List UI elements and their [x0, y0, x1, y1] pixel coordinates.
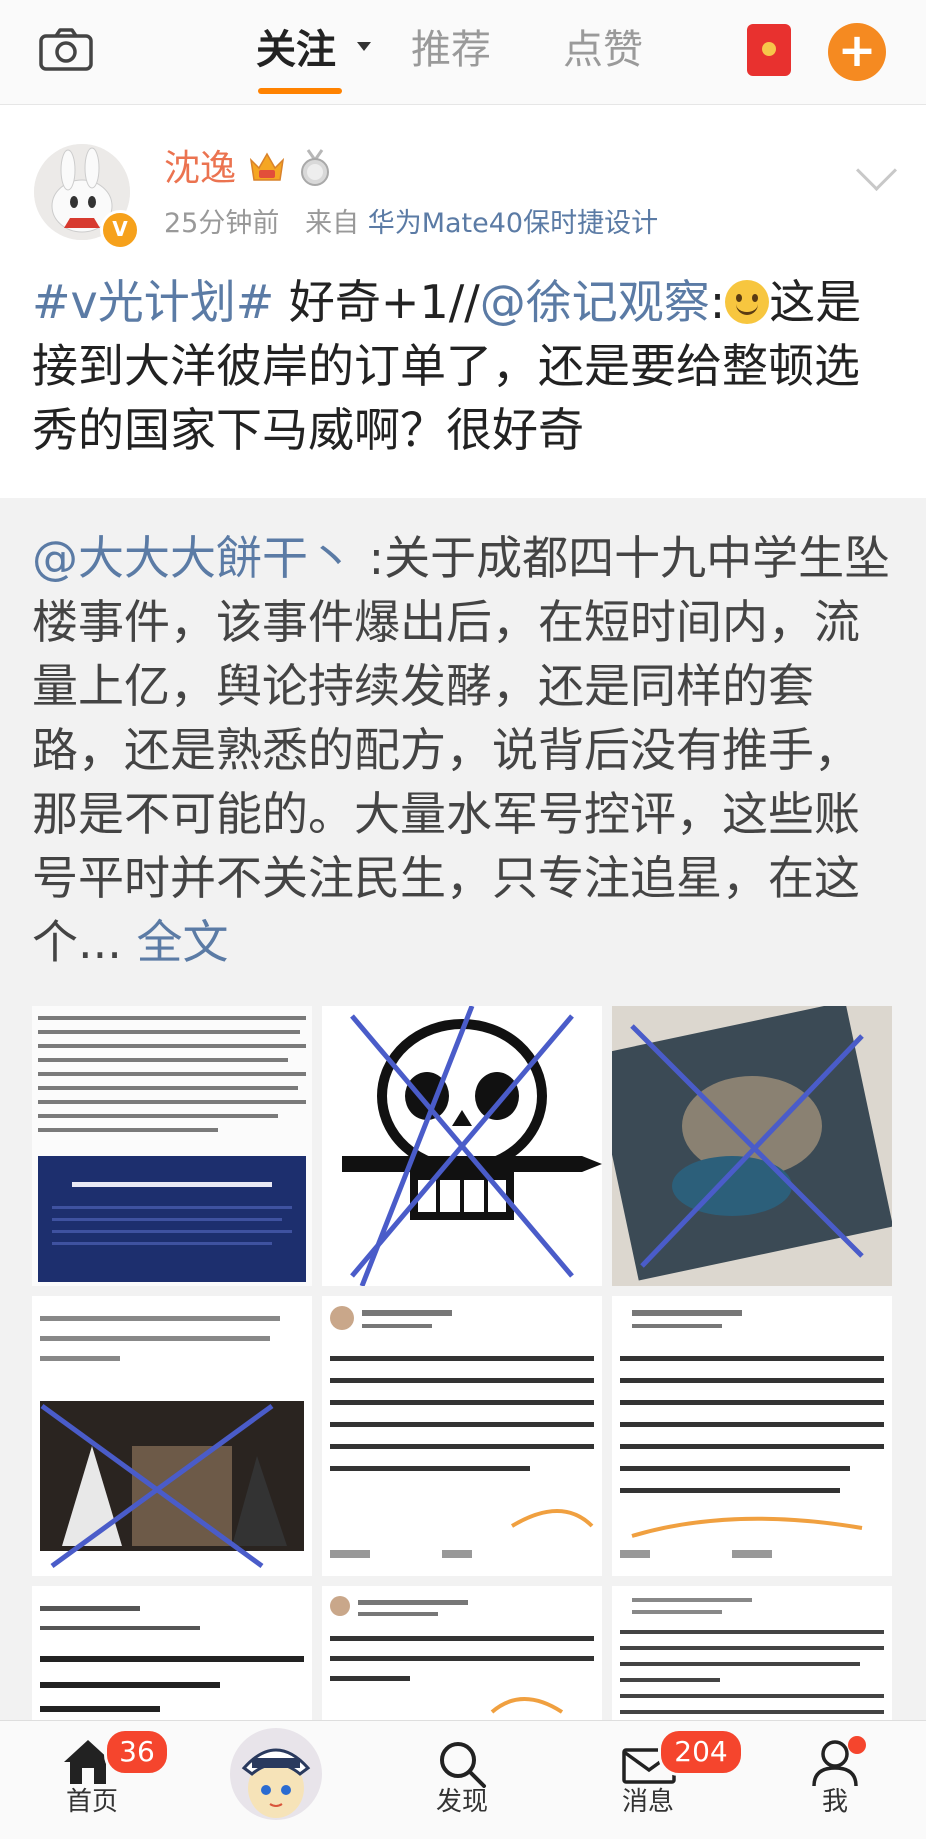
- topic-link[interactable]: #v光计划#: [32, 275, 274, 329]
- smile-emoji-icon: [725, 280, 770, 324]
- chevron-down-icon[interactable]: [855, 149, 898, 192]
- anime-avatar-icon: [241, 1748, 311, 1818]
- medal-icon[interactable]: [298, 148, 332, 188]
- home-notification-badge: 36: [104, 1728, 170, 1776]
- comment-screenshot-image-4[interactable]: [32, 1586, 312, 1720]
- retweet-block[interactable]: @大大大餅干丶 :关于成都四十九中学生坠楼事件，该事件爆出后，在短时间内，流量上…: [0, 498, 926, 1720]
- username[interactable]: 沈逸: [164, 146, 236, 192]
- tab-likes[interactable]: 点赞: [563, 22, 643, 78]
- search-discover-icon[interactable]: [436, 1740, 488, 1788]
- red-packet-icon[interactable]: [747, 24, 791, 76]
- retweet-text: @大大大餅干丶 :关于成都四十九中学生坠楼事件，该事件爆出后，在短时间内，流量上…: [32, 526, 902, 974]
- vip-crown-icon[interactable]: [248, 150, 286, 186]
- skull-drawing-image[interactable]: [322, 1006, 602, 1286]
- nav-me-label[interactable]: 我: [822, 1784, 848, 1820]
- tab-following[interactable]: 关注: [256, 22, 336, 78]
- comment-screenshot-image-3[interactable]: [612, 1296, 892, 1576]
- messages-notification-badge: 204: [658, 1728, 744, 1776]
- news-screenshot-image[interactable]: [32, 1006, 312, 1286]
- nav-discover-label[interactable]: 发现: [436, 1784, 488, 1820]
- tab-recommend[interactable]: 推荐: [411, 22, 491, 78]
- post-text: #v光计划# 好奇+1//@徐记观察: 这是接到大洋彼岸的订单了，还是要给整顿选秀…: [32, 275, 862, 457]
- retweet-author-link[interactable]: @大大大餅干丶: [32, 531, 354, 585]
- full-text-link[interactable]: 全文: [137, 915, 229, 969]
- comment-screenshot-image-2[interactable]: [322, 1296, 602, 1576]
- retweet-body: :关于成都四十九中学生坠楼事件，该事件爆出后，在短时间内，流量上亿，舆论持续发酵…: [32, 531, 891, 969]
- post-time: 25分钟前: [164, 208, 280, 239]
- nav-home-label[interactable]: 首页: [66, 1784, 118, 1820]
- blurred-photo-image[interactable]: [612, 1006, 892, 1286]
- nav-messages-label[interactable]: 消息: [622, 1784, 674, 1820]
- comment-screenshot-image-6[interactable]: [612, 1586, 892, 1720]
- comment-screenshot-image-5[interactable]: [322, 1586, 602, 1720]
- from-prefix: 来自: [305, 208, 360, 239]
- mention-link[interactable]: @徐记观察: [480, 275, 710, 329]
- profile-red-dot: [848, 1736, 866, 1754]
- comment-screenshot-image-1[interactable]: [32, 1296, 312, 1576]
- post-meta: 25分钟前 来自 华为Mate40保时捷设计: [164, 204, 658, 244]
- camera-icon[interactable]: [38, 28, 94, 72]
- active-tab-indicator: [258, 88, 342, 94]
- verified-v-badge-icon: V: [100, 210, 140, 250]
- center-avatar-button[interactable]: [230, 1728, 322, 1820]
- post-source[interactable]: 华为Mate40保时捷设计: [368, 208, 658, 239]
- post-text-part1: 好奇+1//: [274, 275, 480, 329]
- compose-plus-button[interactable]: +: [828, 23, 886, 81]
- tab-dropdown-arrow-icon[interactable]: [357, 42, 371, 51]
